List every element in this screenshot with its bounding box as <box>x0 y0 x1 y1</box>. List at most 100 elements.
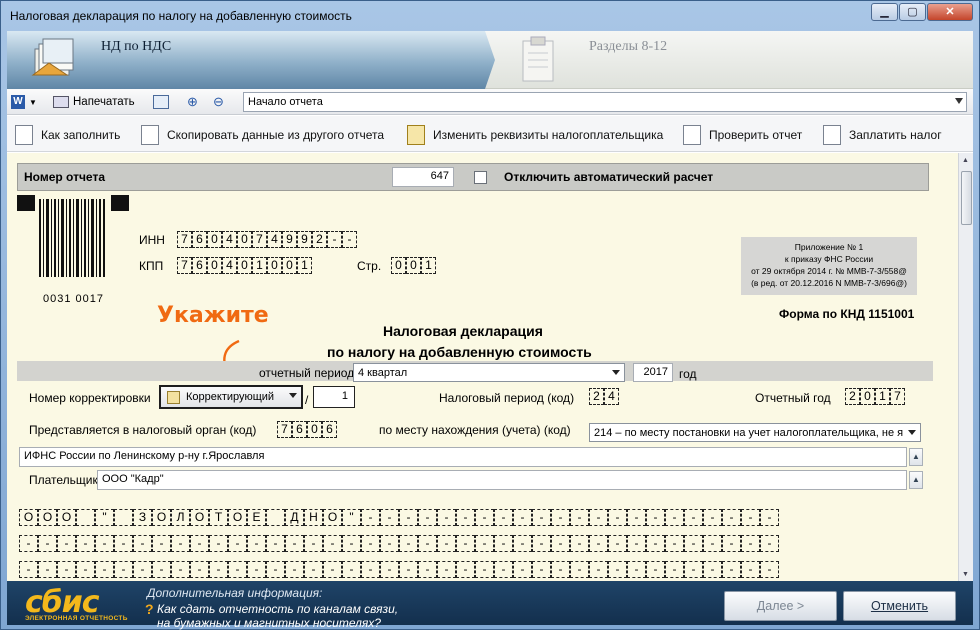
expand-up-icon[interactable]: ▲ <box>909 448 923 466</box>
name-cell: - <box>361 535 380 552</box>
correction-type-select[interactable]: Корректирующий <box>159 385 303 409</box>
kpp-cells[interactable]: 760401001 <box>177 257 312 274</box>
payer-field[interactable]: ООО "Кадр" <box>97 470 907 490</box>
name-cell: - <box>456 535 475 552</box>
name-cell: - <box>380 561 399 578</box>
correction-number-field[interactable]: 1 <box>313 386 355 408</box>
zoom-in-button[interactable]: ⊕ <box>187 93 198 111</box>
chevron-down-icon <box>908 430 916 435</box>
copy-icon <box>141 125 159 145</box>
name-cell: - <box>323 561 342 578</box>
name-cell: О <box>57 509 76 526</box>
change-details-button[interactable]: Изменить реквизиты налогоплательщика <box>407 124 663 146</box>
name-cell <box>114 509 133 526</box>
name-cells-row[interactable]: ---------------------------------------- <box>19 561 779 578</box>
report-year-cells[interactable]: 2017 <box>845 388 905 405</box>
appendix-line: (в ред. от 20.12.2016 N ММВ-7-3/696@) <box>751 278 907 288</box>
name-cell: - <box>399 509 418 526</box>
inn-label: ИНН <box>139 233 165 247</box>
name-cell: - <box>114 535 133 552</box>
section-select-value: Начало отчета <box>248 96 323 108</box>
expand-up-icon[interactable]: ▲ <box>909 471 923 489</box>
name-cell: - <box>741 509 760 526</box>
name-cell: О <box>38 509 57 526</box>
tax-period-cells[interactable]: 24 <box>589 388 619 405</box>
name-cell: - <box>551 561 570 578</box>
sbis-logo-subtitle: ЭЛЕКТРОННАЯ ОТЧЕТНОСТЬ <box>25 615 128 622</box>
authority-cells[interactable]: 7606 <box>277 421 337 438</box>
scroll-thumb[interactable] <box>961 171 972 225</box>
report-year-cell: 1 <box>875 388 890 405</box>
report-number-field[interactable]: 647 <box>392 167 454 187</box>
pencil-icon <box>15 125 33 145</box>
change-details-label: Изменить реквизиты налогоплательщика <box>433 128 664 142</box>
report-year-cell: 2 <box>845 388 860 405</box>
year-field[interactable]: 2017 <box>633 363 673 382</box>
year-label: год <box>679 367 697 381</box>
name-cells-row[interactable]: ---------------------------------------- <box>19 535 779 552</box>
section-select[interactable]: Начало отчета <box>243 92 967 112</box>
report-year-cell: 0 <box>860 388 875 405</box>
word-export-button[interactable]: W ▼ <box>11 93 37 111</box>
name-cell: " <box>342 509 361 526</box>
scroll-up-icon[interactable]: ▲ <box>962 157 969 164</box>
correction-type-value: Корректирующий <box>186 391 275 403</box>
name-cell: - <box>152 561 171 578</box>
wizard-step-2-label[interactable]: Разделы 8-12 <box>589 39 667 55</box>
inn-cell: - <box>327 231 342 248</box>
info-link-line1[interactable]: Как сдать отчетность по каналам связи, <box>157 602 398 616</box>
autocalc-checkbox[interactable] <box>474 171 487 184</box>
kpp-cell: 4 <box>222 257 237 274</box>
next-button[interactable]: Далее > <box>724 591 837 621</box>
name-cell: - <box>323 535 342 552</box>
name-cell: - <box>608 535 627 552</box>
name-cell: - <box>532 535 551 552</box>
report-year-label: Отчетный год <box>755 391 831 405</box>
name-cell: - <box>703 509 722 526</box>
period-label: отчетный период <box>259 366 355 380</box>
name-cell: - <box>437 509 456 526</box>
location-value: 214 – по месту постановки на учет налого… <box>594 427 904 439</box>
scroll-down-icon[interactable]: ▼ <box>962 571 969 578</box>
tax-period-cell: 4 <box>604 388 619 405</box>
check-report-button[interactable]: Проверить отчет <box>683 124 802 146</box>
name-cell: - <box>760 535 779 552</box>
name-cell: - <box>76 535 95 552</box>
authority-name-field[interactable]: ИФНС России по Ленинскому р-ну г.Ярослав… <box>19 447 907 467</box>
close-button[interactable]: ✕ <box>927 3 973 21</box>
minimize-button[interactable]: ▁ <box>871 3 898 21</box>
location-select[interactable]: 214 – по месту постановки на учет налого… <box>589 423 921 442</box>
how-to-fill-label: Как заполнить <box>41 128 121 142</box>
maximize-button[interactable]: ▢ <box>899 3 926 21</box>
name-cell: - <box>95 535 114 552</box>
zoom-out-button[interactable]: ⊖ <box>213 93 224 111</box>
vertical-scrollbar[interactable]: ▲ ▼ <box>958 153 973 581</box>
name-cell: - <box>665 535 684 552</box>
wizard-step-1[interactable]: НД по НДС <box>7 31 495 89</box>
name-cell: - <box>456 509 475 526</box>
appendix-note: Приложение № 1 к приказу ФНС России от 2… <box>741 237 917 295</box>
name-cell: - <box>722 535 741 552</box>
toolbar: W ▼ Напечатать ⊕ ⊖ Начало отчета <box>7 89 973 115</box>
cancel-button[interactable]: Отменить <box>843 591 956 621</box>
name-cell: - <box>171 561 190 578</box>
period-select[interactable]: 4 квартал <box>353 363 625 382</box>
pay-tax-button[interactable]: Заплатить налог <box>823 124 942 146</box>
how-to-fill-button[interactable]: Как заполнить <box>15 124 120 146</box>
preview-button[interactable] <box>153 93 169 111</box>
name-cells-row[interactable]: ООО " ЗОЛОТОЕ Д Н О " - - - - - - - - - - - - - - - - - - - - - - <box>19 509 779 526</box>
name-cell: - <box>152 535 171 552</box>
info-link-line2[interactable]: на бумажных и магнитных носителях? <box>157 616 381 630</box>
copy-data-button[interactable]: Скопировать данные из другого отчета <box>141 124 384 146</box>
word-icon: W <box>11 95 25 109</box>
hint-label: Укажите <box>157 303 269 328</box>
print-button[interactable]: Напечатать <box>53 93 135 111</box>
barcode-icon <box>39 199 105 277</box>
inn-cells[interactable]: 7604074992-- <box>177 231 357 248</box>
name-cell: - <box>570 509 589 526</box>
name-cell: - <box>437 535 456 552</box>
name-cell: - <box>285 535 304 552</box>
name-cell: - <box>418 535 437 552</box>
name-cell: Т <box>209 509 228 526</box>
main-window: Налоговая декларация по налогу на добавл… <box>0 0 980 630</box>
